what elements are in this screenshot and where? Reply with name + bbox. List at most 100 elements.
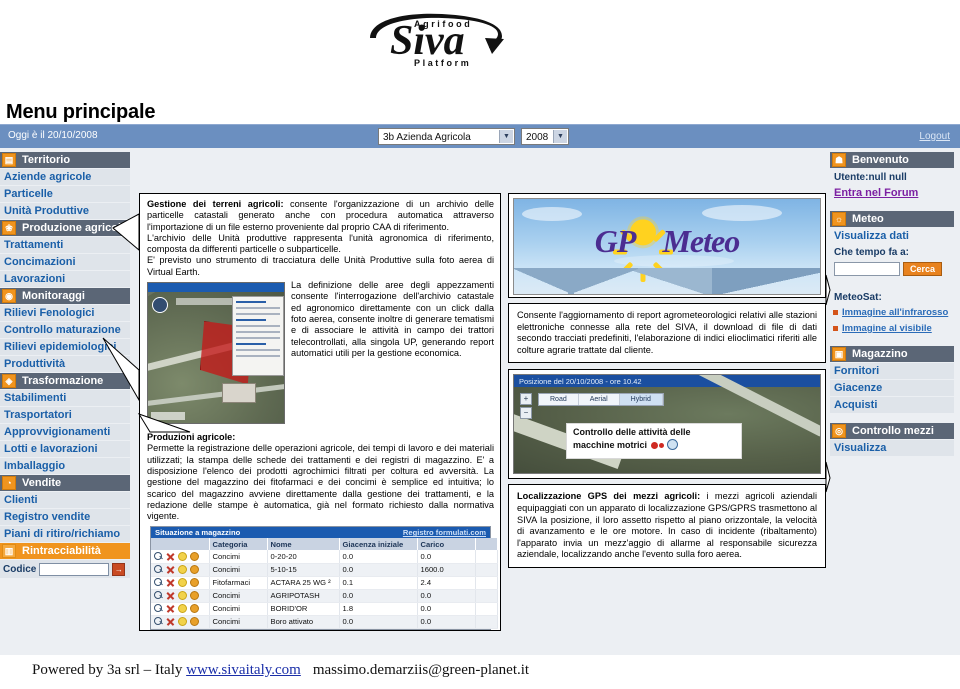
search-icon[interactable] (154, 603, 163, 613)
load-icon[interactable] (178, 616, 187, 626)
search-icon[interactable] (154, 551, 163, 561)
siva-agrifood-platform-logo: Siva Agrifood Platform (352, 8, 520, 70)
zoom-out-icon[interactable]: − (520, 407, 532, 420)
sidebar-item-unita-produttive[interactable]: Unità Produttive (0, 203, 130, 219)
gps-satellite-map[interactable]: Posizione del 20/10/2008 - ore 10.42 + −… (513, 374, 821, 475)
gps-callout-line-2: macchine motrici (573, 439, 648, 450)
sidebar-item-trasportatori[interactable]: Trasportatori (0, 407, 130, 423)
row-actions[interactable] (151, 615, 210, 629)
table-row[interactable]: Concimi 5-10-15 0.0 1600.0 (151, 563, 498, 577)
delete-icon[interactable] (166, 578, 175, 587)
sidebar-item-approvvigionamenti[interactable]: Approvvigionamenti (0, 424, 130, 440)
sidebar-item-clienti[interactable]: Clienti (0, 492, 130, 508)
cell-giacenza: 0.0 (339, 615, 418, 629)
row-actions[interactable] (151, 602, 210, 616)
search-icon[interactable] (154, 590, 163, 600)
sidebar-item-fornitori[interactable]: Fornitori (830, 363, 954, 379)
sidebar-item-concimazioni[interactable]: Concimazioni (0, 254, 130, 270)
delete-icon[interactable] (166, 552, 175, 561)
map-zoom-controls[interactable]: + − (520, 393, 532, 420)
sidebar-item-visualizza[interactable]: Visualizza (830, 440, 954, 456)
sidebar-header-vendite[interactable]: ◔ Vendite (0, 475, 130, 491)
zoom-in-icon[interactable]: + (520, 393, 532, 406)
sivaitaly-link[interactable]: www.sivaitaly.com (186, 662, 301, 678)
sidebar-header-monitoraggi[interactable]: ◉ Monitoraggi (0, 288, 130, 304)
sidebar-header-rintracciabilita[interactable]: ▥ Rintracciabilità (0, 543, 130, 559)
sidebar-item-acquisti[interactable]: Acquisti (830, 397, 954, 413)
sidebar-item-giacenze[interactable]: Giacenze (830, 380, 954, 396)
unload-icon[interactable] (190, 590, 199, 600)
map-thumb-navigation-control[interactable] (152, 297, 168, 314)
load-icon[interactable] (178, 603, 187, 613)
load-icon[interactable] (178, 590, 187, 600)
load-icon[interactable] (178, 577, 187, 587)
codice-go-button[interactable]: → (112, 563, 126, 576)
sidebar-header-produzione-agricola[interactable]: ❀ Produzione agricola (0, 220, 130, 236)
entra-nel-forum-link[interactable]: Entra nel Forum (830, 185, 954, 202)
row-actions[interactable] (151, 589, 210, 603)
sidebar-item-piani-di-ritiro-richiamo[interactable]: Piani di ritiro/richiamo (0, 526, 130, 542)
registro-formulati-link[interactable]: Registro formulati.com (403, 528, 486, 537)
logout-link[interactable]: Logout (919, 131, 950, 142)
unload-icon[interactable] (190, 603, 199, 613)
sidebar-item-particelle[interactable]: Particelle (0, 186, 130, 202)
immagine-infrarosso-link[interactable]: Immagine all'infrarosso (830, 305, 954, 321)
row-actions[interactable] (151, 563, 210, 577)
visualizza-dati-link[interactable]: Visualizza dati (830, 228, 954, 244)
sidebar-item-lotti-e-lavorazioni[interactable]: Lotti e lavorazioni (0, 441, 130, 457)
unload-icon[interactable] (190, 616, 199, 626)
delete-icon[interactable] (166, 591, 175, 600)
sidebar-item-produttivita[interactable]: Produttività (0, 356, 130, 372)
sidebar-header-trasformazione[interactable]: ◈ Trasformazione (0, 373, 130, 389)
codice-input[interactable] (39, 563, 110, 576)
azienda-select[interactable]: 3b Azienda Agricola ▼ (378, 128, 515, 145)
table-row[interactable]: Concimi BORID'OR 1.8 0.0 (151, 602, 498, 616)
search-icon[interactable] (154, 577, 163, 587)
sidebar-item-aziende-agricole[interactable]: Aziende agricole (0, 169, 130, 185)
sidebar-item-rilievi-fenologici[interactable]: Rilievi Fenologici (0, 305, 130, 321)
tab-hybrid[interactable]: Hybrid (619, 394, 663, 406)
sidebar-item-rilievi-epidemiologici[interactable]: Rilievi epidemiologici (0, 339, 130, 355)
delete-icon[interactable] (166, 617, 175, 626)
meteo-search-input[interactable] (834, 262, 900, 276)
terreni-heading: Gestione dei terreni agricoli: (147, 199, 284, 209)
search-icon[interactable] (154, 564, 163, 574)
terreni-paragraph-2: L'archivio delle Unità produttive rappre… (147, 232, 494, 255)
gps-map-view-tabs[interactable]: Road Aerial Hybrid (538, 393, 664, 407)
table-row[interactable]: Concimi AGRIPOTASH 0.0 0.0 (151, 589, 498, 603)
aerial-map-thumbnail[interactable] (147, 282, 285, 425)
row-actions[interactable] (151, 576, 210, 590)
delete-icon[interactable] (166, 565, 175, 574)
gpo-meteo-wordmark: GP Meteo (514, 225, 820, 257)
sidebar-item-registro-vendite[interactable]: Registro vendite (0, 509, 130, 525)
unload-icon[interactable] (190, 564, 199, 574)
sidebar-header-controllo-mezzi[interactable]: ◎ Controllo mezzi (830, 423, 954, 439)
table-row[interactable]: Fitofarmaci ACTARA 25 WG ² 0.1 2.4 (151, 576, 498, 590)
unload-icon[interactable] (190, 551, 199, 561)
unload-icon[interactable] (190, 577, 199, 587)
cerca-button[interactable]: Cerca (903, 262, 943, 276)
search-icon[interactable] (154, 616, 163, 626)
tab-road[interactable]: Road (539, 394, 579, 406)
anno-select[interactable]: 2008 ▼ (521, 128, 569, 145)
middle-callout-content: Gestione dei terreni agricoli: consente … (140, 194, 500, 630)
sidebar-header-territorio[interactable]: ▤ Territorio (0, 152, 130, 168)
sidebar-item-lavorazioni[interactable]: Lavorazioni (0, 271, 130, 287)
sidebar-item-controllo-maturazione[interactable]: Controllo maturazione (0, 322, 130, 338)
cell-extra (475, 589, 498, 603)
table-row[interactable]: Concimi Boro attivato 0.0 0.0 (151, 615, 498, 629)
sidebar-item-stabilimenti[interactable]: Stabilimenti (0, 390, 130, 406)
cell-nome: Boro attivato (267, 615, 340, 629)
immagine-visibile-link[interactable]: Immagine al visibile (830, 321, 954, 337)
delete-icon[interactable] (166, 604, 175, 613)
table-row[interactable]: Concimi 0-20-20 0.0 0.0 (151, 550, 498, 564)
gps-callout-line-1: Controllo delle attività delle (573, 427, 691, 438)
sidebar-header-magazzino[interactable]: ▣ Magazzino (830, 346, 954, 362)
load-icon[interactable] (178, 564, 187, 574)
cell-categoria: Concimi (209, 550, 268, 564)
tab-aerial[interactable]: Aerial (579, 394, 620, 406)
load-icon[interactable] (178, 551, 187, 561)
sidebar-item-trattamenti[interactable]: Trattamenti (0, 237, 130, 253)
sidebar-item-imballaggio[interactable]: Imballaggio (0, 458, 130, 474)
row-actions[interactable] (151, 550, 210, 564)
